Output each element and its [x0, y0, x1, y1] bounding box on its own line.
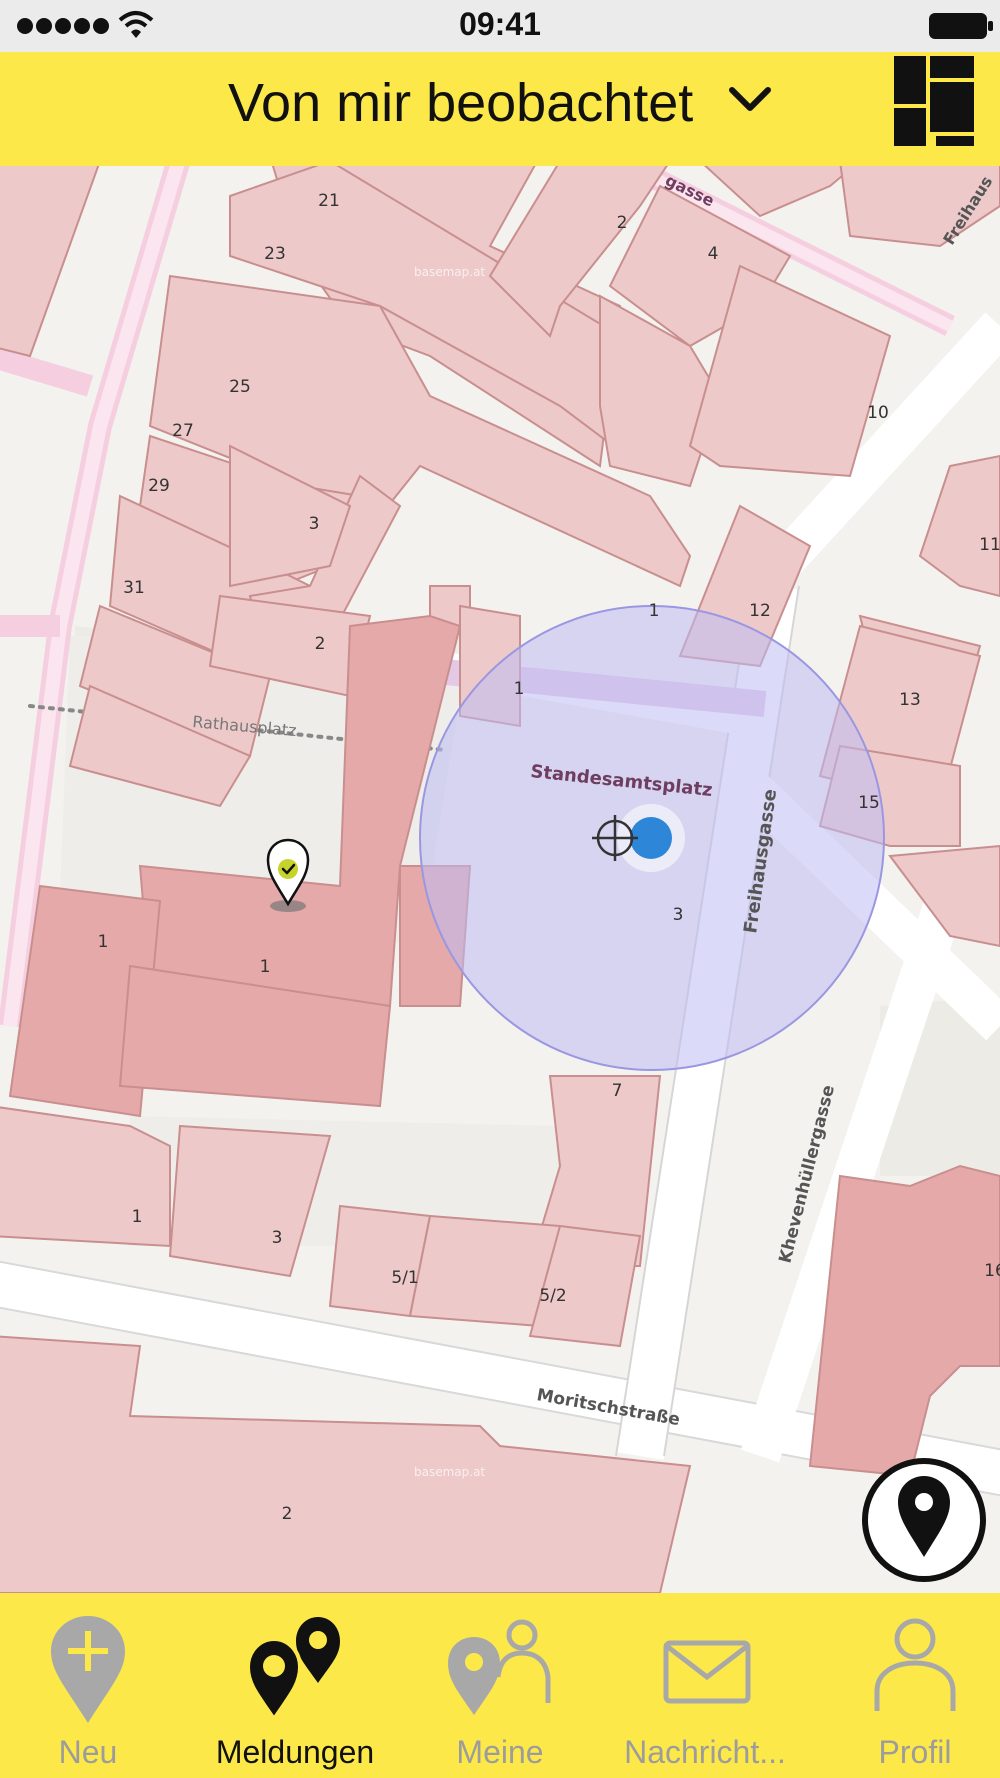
house-number: 1	[260, 957, 271, 977]
person-icon	[874, 1618, 956, 1711]
pins-icon	[245, 1617, 340, 1723]
map-canvas[interactable]: Standesamtsplatz Freihausgasse Khevenhül…	[0, 166, 1000, 1593]
tab-label: Neu	[58, 1734, 118, 1770]
map-view[interactable]: Standesamtsplatz Freihausgasse Khevenhül…	[0, 166, 1000, 1593]
house-number: 25	[229, 377, 251, 397]
house-number: 21	[318, 191, 340, 211]
house-number: 2	[282, 1504, 293, 1524]
tab-label: Nachricht...	[624, 1734, 786, 1770]
house-number: 3	[272, 1228, 283, 1248]
view-filter-dropdown[interactable]: Von mir beobachtet	[200, 52, 800, 166]
house-number: 27	[172, 421, 194, 441]
header-bar: Von mir beobachtet	[0, 52, 1000, 166]
house-number: 31	[123, 578, 145, 598]
house-number: 23	[264, 244, 286, 264]
status-bar: 09:41	[0, 0, 1000, 52]
tab-bar: Neu Meldungen Meine Nachricht... Profil	[0, 1593, 1000, 1778]
locate-me-button[interactable]	[862, 1458, 986, 1582]
house-number: 4	[708, 244, 719, 264]
house-number: 15	[858, 793, 880, 813]
tab-meine[interactable]: Meine	[410, 1593, 590, 1778]
pin-person-icon	[448, 1619, 551, 1715]
house-number: 7	[612, 1081, 623, 1101]
header-title: Von mir beobachtet	[228, 73, 694, 133]
tab-label: Meine	[456, 1734, 544, 1770]
house-number: 11	[979, 535, 1000, 555]
house-number: 1	[132, 1207, 143, 1227]
house-number: 5	[778, 166, 789, 171]
battery-icon	[929, 13, 993, 39]
house-number: 13	[899, 690, 921, 710]
house-number: 5/1	[391, 1268, 418, 1288]
house-number: 12	[749, 601, 771, 621]
chevron-down-icon	[729, 87, 771, 111]
house-number: 1	[649, 601, 660, 621]
map-watermark: basemap.at	[414, 1465, 485, 1479]
add-pin-icon	[51, 1616, 125, 1723]
tab-label: Meldungen	[215, 1734, 375, 1770]
tab-meldungen[interactable]: Meldungen	[190, 1593, 400, 1778]
layout-toggle-icon[interactable]	[894, 56, 974, 146]
map-watermark: basemap.at	[414, 265, 485, 279]
house-number: 1	[98, 932, 109, 952]
house-number: 16	[984, 1261, 1000, 1281]
house-number: 2	[315, 634, 326, 654]
house-number: 3	[673, 905, 684, 925]
envelope-icon	[663, 1640, 751, 1704]
house-number: 2	[617, 213, 628, 233]
status-time: 09:41	[459, 6, 541, 42]
house-number: 1	[514, 679, 525, 699]
tab-nachrichten[interactable]: Nachricht...	[600, 1593, 810, 1778]
tab-label: Profil	[878, 1734, 952, 1770]
house-number: 3	[309, 514, 320, 534]
tab-neu[interactable]: Neu	[0, 1593, 176, 1778]
house-number: 5/2	[539, 1286, 566, 1306]
house-number: 29	[148, 476, 170, 496]
tab-profil[interactable]: Profil	[830, 1593, 1000, 1778]
house-number: 10	[867, 403, 889, 423]
